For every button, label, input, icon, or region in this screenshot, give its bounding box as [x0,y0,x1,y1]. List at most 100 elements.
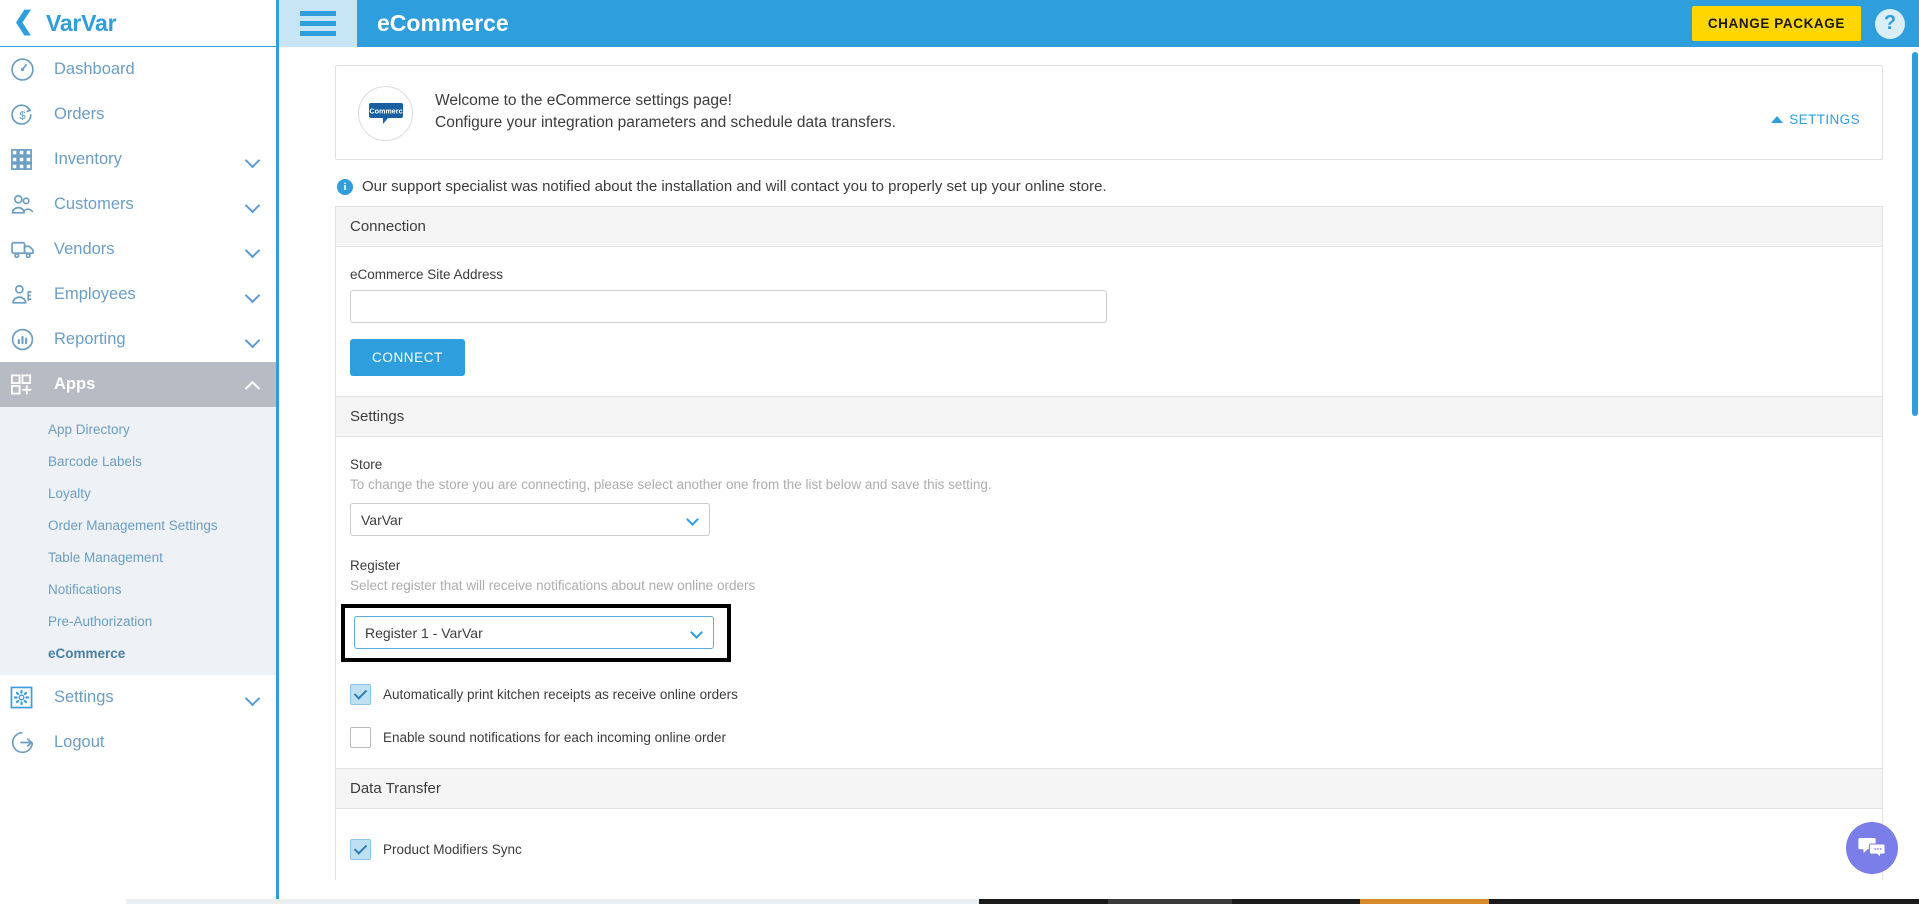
sidebar-item-settings[interactable]: Settings [0,675,276,720]
connect-button[interactable]: CONNECT [350,339,465,376]
sidebar-subitem-loyalty[interactable]: Loyalty [0,477,276,509]
vertical-scrollbar-thumb[interactable] [1912,52,1918,416]
sidebar-subitem-notifications[interactable]: Notifications [0,573,276,605]
taskbar-segment [0,899,126,904]
chevron-down-icon [686,513,699,526]
settings-panel-body: Store To change the store you are connec… [336,437,1882,768]
sidebar: ❮ VarVar Dashboard $ Orders Inventory Cu… [0,0,279,904]
store-select-value: VarVar [361,511,403,528]
chevron-down-icon[interactable] [246,288,260,302]
grid-boxes-icon [10,146,42,174]
data-transfer-section-title: Data Transfer [336,769,1882,809]
chevron-up-icon[interactable] [246,378,260,392]
sidebar-item-employees[interactable]: Employees [0,272,276,317]
chevron-down-icon[interactable] [246,691,260,705]
hamburger-bar [300,31,336,36]
chevron-down-icon[interactable] [246,243,260,257]
sidebar-item-label: Employees [54,285,136,303]
sound-notifications-checkbox[interactable] [350,727,371,748]
sidebar-subitem-label: Barcode Labels [48,453,142,469]
sidebar-item-apps[interactable]: Apps [0,362,276,407]
gear-icon [10,684,42,712]
site-address-label: eCommerce Site Address [350,267,504,282]
sidebar-subitem-label: App Directory [48,421,130,437]
main-content: eCommerce Welcome to the eCommerce setti… [282,47,1911,891]
settings-panel: Settings Store To change the store you a… [335,396,1883,768]
connection-section-title: Connection [336,207,1882,247]
chevron-down-icon[interactable] [246,153,260,167]
sidebar-subitem-label: Table Management [48,549,163,565]
sidebar-item-label: Reporting [54,330,126,348]
site-address-input[interactable] [350,290,1107,323]
sidebar-item-dashboard[interactable]: Dashboard [0,47,276,92]
settings-toggle-link[interactable]: SETTINGS [1771,112,1860,127]
dollar-refresh-icon: $ [10,101,42,129]
hamburger-bar [300,21,336,26]
logout-icon [10,729,42,757]
sidebar-subitem-ecommerce[interactable]: eCommerce [0,637,276,669]
chevron-up-icon [1771,116,1784,123]
sidebar-subitem-table-management[interactable]: Table Management [0,541,276,573]
chat-bubbles-icon[interactable] [1846,822,1898,874]
sound-notifications-label: Enable sound notifications for each inco… [383,730,726,745]
sidebar-item-label: Apps [54,375,96,393]
chevron-down-icon[interactable] [246,333,260,347]
sidebar-item-orders[interactable]: $ Orders [0,92,276,137]
ecommerce-speech-bubble-logo: eCommerce [358,86,413,141]
auto-print-receipts-checkbox[interactable] [350,684,371,705]
welcome-card: eCommerce Welcome to the eCommerce setti… [335,65,1883,160]
taskbar-segment [1489,899,1919,904]
store-label: Store [350,457,383,472]
auto-print-receipts-row[interactable]: Automatically print kitchen receipts as … [350,684,1868,705]
sound-notifications-row[interactable]: Enable sound notifications for each inco… [350,727,1868,748]
sidebar-item-label: Inventory [54,150,122,168]
product-modifiers-sync-checkbox[interactable] [350,839,371,860]
apps-plus-icon [10,371,42,399]
taskbar-segment [1232,899,1360,904]
sidebar-item-customers[interactable]: Customers [0,182,276,227]
sidebar-item-label: Customers [54,195,134,213]
register-select-value: Register 1 - VarVar [365,624,483,641]
connection-panel-body: eCommerce Site Address CONNECT [336,247,1882,396]
chevron-down-icon[interactable] [246,198,260,212]
register-select[interactable]: Register 1 - VarVar [354,616,714,649]
chevron-left-icon[interactable]: ❮ [13,9,34,34]
brand-header[interactable]: ❮ VarVar [0,0,276,47]
taskbar-segment [1108,899,1232,904]
info-icon: i [337,178,353,195]
sidebar-item-vendors[interactable]: Vendors [0,227,276,272]
hamburger-menu-icon[interactable] [279,0,357,47]
question-mark-icon[interactable]: ? [1875,8,1905,39]
connection-panel: Connection eCommerce Site Address CONNEC… [335,206,1883,396]
chevron-down-icon [690,626,703,639]
sidebar-item-reporting[interactable]: Reporting [0,317,276,362]
bar-chart-circle-icon [10,326,42,354]
sidebar-item-inventory[interactable]: Inventory [0,137,276,182]
sidebar-subitem-label: Loyalty [48,485,91,501]
change-package-button[interactable]: CHANGE PACKAGE [1691,6,1861,41]
svg-text:eCommerce: eCommerce [366,106,406,115]
register-hint: Select register that will receive notifi… [350,578,756,593]
register-label: Register [350,558,401,573]
sidebar-subitem-app-directory[interactable]: App Directory [0,413,276,445]
application-root: ❮ VarVar Dashboard $ Orders Inventory Cu… [0,0,1919,904]
taskbar-segment [979,899,1108,904]
sidebar-subitem-barcode-labels[interactable]: Barcode Labels [0,445,276,477]
taskbar-segment [126,899,979,904]
page-title: eCommerce [377,10,509,36]
settings-toggle-label: SETTINGS [1789,112,1860,127]
sidebar-item-logout[interactable]: Logout [0,720,276,765]
store-select[interactable]: VarVar [350,503,710,536]
sidebar-subitem-label: Pre-Authorization [48,613,153,629]
auto-print-receipts-label: Automatically print kitchen receipts as … [383,687,738,702]
welcome-line-1: Welcome to the eCommerce settings page! [435,92,732,109]
sidebar-subitem-label: Notifications [48,581,122,597]
settings-section-title: Settings [336,397,1882,437]
sidebar-subitem-pre-authorization[interactable]: Pre-Authorization [0,605,276,637]
support-notice-text: Our support specialist was notified abou… [362,178,1107,195]
apps-submenu: App Directory Barcode Labels Loyalty Ord… [0,407,276,675]
product-modifiers-sync-row[interactable]: Product Modifiers Sync [350,839,1868,860]
brand-name: VarVar [45,9,117,36]
sidebar-subitem-label: Order Management Settings [48,517,218,533]
sidebar-subitem-order-management-settings[interactable]: Order Management Settings [0,509,276,541]
